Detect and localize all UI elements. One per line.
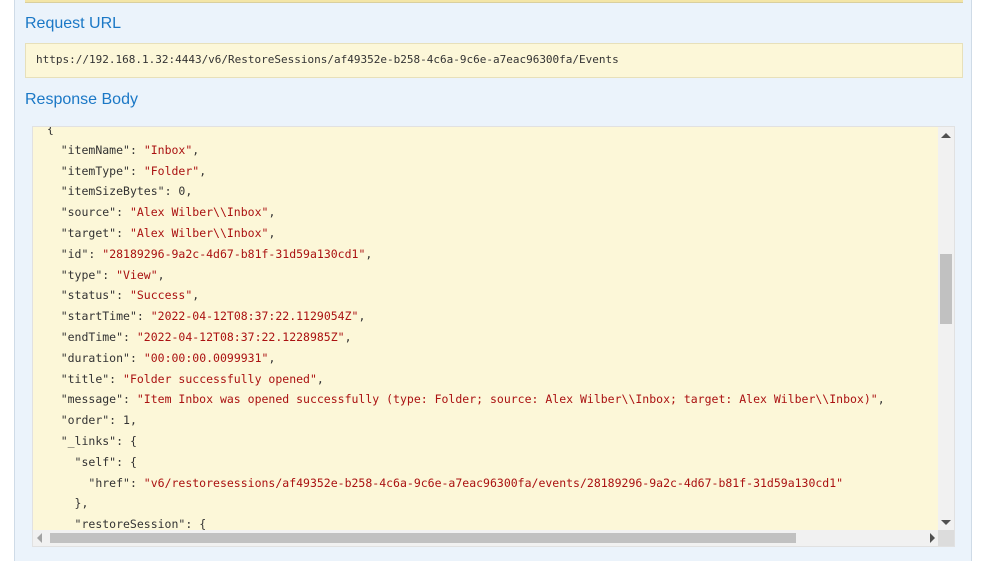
json-value: "28189296-9a2c-4d67-b81f-31d59a130cd1" [102, 246, 366, 261]
json-key: "href" [88, 475, 130, 490]
scroll-left-arrow-icon[interactable] [37, 533, 42, 543]
json-key: "status" [60, 288, 117, 303]
scrollbar-corner [938, 530, 954, 546]
json-content: { "itemName": "Inbox", "itemType": "Fold… [33, 127, 885, 531]
json-value: "Item Inbox was opened successfully (typ… [136, 392, 878, 407]
json-key: "startTime" [60, 309, 137, 324]
json-line: { [33, 127, 885, 140]
json-key: "target" [60, 225, 117, 240]
json-key: "type" [60, 267, 103, 282]
json-punctuation: , [192, 288, 200, 303]
json-key: "duration" [60, 350, 130, 365]
json-line: "status": "Success", [60, 288, 200, 303]
json-punctuation: { [129, 433, 137, 448]
json-value: "Folder" [143, 163, 200, 178]
json-punctuation: , [185, 184, 193, 199]
json-punctuation: , [365, 246, 373, 261]
json-key: "restoreSession" [74, 517, 186, 531]
json-key: "itemType" [60, 163, 130, 178]
json-punctuation: , [344, 329, 352, 344]
json-key: "title" [60, 371, 110, 386]
json-viewport: { "itemName": "Inbox", "itemType": "Fold… [33, 127, 939, 531]
json-line: "id": "28189296-9a2c-4d67-b81f-31d59a130… [60, 246, 373, 261]
json-key: "itemName" [60, 142, 130, 157]
json-key: "_links" [60, 433, 117, 448]
horizontal-scroll-thumb[interactable] [50, 533, 796, 543]
request-url-field[interactable]: https://192.168.1.32:4443/v6/RestoreSess… [25, 43, 963, 78]
json-punctuation: }, [74, 496, 89, 511]
response-body-code-block[interactable]: { "itemName": "Inbox", "itemType": "Fold… [32, 126, 955, 547]
json-punctuation: , [199, 163, 207, 178]
json-line: "type": "View", [60, 267, 165, 282]
request-url-heading: Request URL [25, 15, 122, 32]
json-value: "00:00:00.0099931" [143, 350, 269, 365]
json-punctuation: , [157, 267, 165, 282]
json-line: "href": "v6/restoresessions/af49352e-b25… [88, 475, 844, 490]
json-line: "itemType": "Folder", [60, 163, 207, 178]
json-punctuation: { [46, 127, 54, 136]
json-line: "order": 1, [60, 413, 137, 428]
json-key: "message" [60, 392, 124, 407]
json-line: "restoreSession": { [74, 517, 207, 531]
json-value: "2022-04-12T08:37:22.1129054Z" [150, 309, 359, 324]
json-value: "Alex Wilber\\Inbox" [129, 225, 269, 240]
scroll-up-arrow-icon[interactable] [941, 133, 951, 138]
scroll-right-arrow-icon[interactable] [930, 533, 935, 543]
json-key: "self" [74, 454, 117, 469]
json-line: "source": "Alex Wilber\\Inbox", [60, 205, 276, 220]
json-punctuation: , [877, 392, 885, 407]
json-line: "itemSizeBytes": 0, [60, 184, 193, 199]
scroll-down-arrow-icon[interactable] [941, 520, 951, 525]
json-key: "source" [60, 205, 117, 220]
json-value: "v6/restoresessions/af49352e-b258-4c6a-9… [143, 475, 844, 490]
json-key: "id" [60, 246, 89, 261]
json-line: "endTime": "2022-04-12T08:37:22.1228985Z… [60, 329, 352, 344]
json-line: "itemName": "Inbox", [60, 142, 200, 157]
json-punctuation: { [129, 454, 137, 469]
json-line: "self": { [74, 454, 137, 469]
previous-code-block-edge [25, 0, 963, 3]
json-key: "order" [60, 413, 110, 428]
json-line: "duration": "00:00:00.0099931", [60, 350, 276, 365]
horizontal-scrollbar[interactable] [33, 530, 939, 546]
json-value: "Inbox" [143, 142, 193, 157]
json-value: "Success" [129, 288, 193, 303]
json-line: "_links": { [60, 433, 137, 448]
json-punctuation: , [268, 205, 276, 220]
json-punctuation: , [358, 309, 366, 324]
json-punctuation: { [199, 517, 207, 531]
json-punctuation: , [129, 413, 137, 428]
json-line: "target": "Alex Wilber\\Inbox", [60, 225, 276, 240]
vertical-scroll-thumb[interactable] [940, 254, 952, 324]
json-punctuation: , [192, 142, 200, 157]
json-value: 1 [123, 413, 130, 428]
json-value: "2022-04-12T08:37:22.1228985Z" [136, 329, 345, 344]
json-punctuation: , [316, 371, 324, 386]
response-body-heading: Response Body [25, 91, 138, 108]
json-key: "itemSizeBytes" [60, 184, 165, 199]
json-value: "Folder successfully opened" [123, 371, 317, 386]
vertical-scrollbar[interactable] [938, 127, 954, 531]
json-key: "endTime" [60, 329, 124, 344]
json-line: "title": "Folder successfully opened", [60, 371, 324, 386]
json-value: "Alex Wilber\\Inbox" [129, 205, 269, 220]
json-value: "View" [116, 267, 158, 282]
json-line: "startTime": "2022-04-12T08:37:22.112905… [60, 309, 366, 324]
json-punctuation: , [268, 225, 276, 240]
json-line: }, [33, 493, 885, 514]
json-punctuation: , [268, 350, 276, 365]
json-line: "message": "Item Inbox was opened succes… [60, 392, 885, 407]
